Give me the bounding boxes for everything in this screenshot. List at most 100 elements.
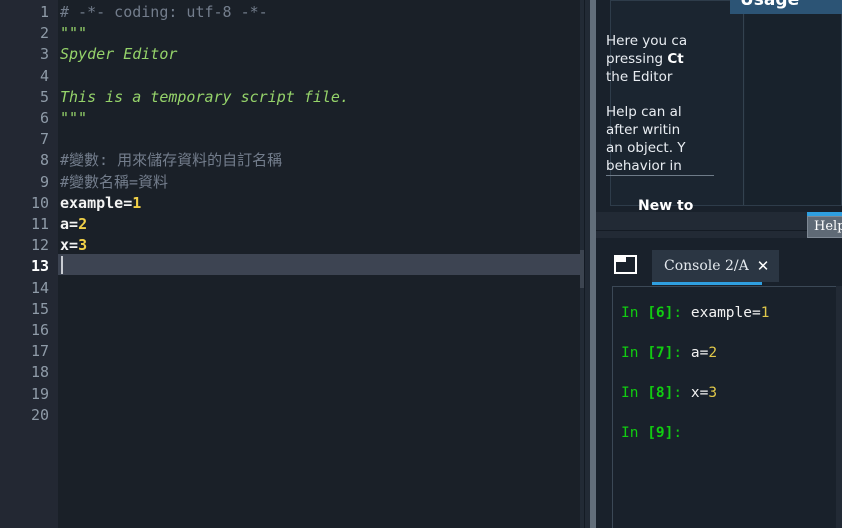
horizontal-splitter[interactable]: [596, 212, 842, 238]
console-prompt-colon: :: [673, 385, 691, 401]
editor-code-area[interactable]: # -*- coding: utf-8 -*- """ Spyder Editor T…: [58, 0, 580, 528]
console-prompt-number: [7]: [647, 345, 674, 361]
code-token-comment: # -*- coding: utf-8 -*-: [60, 3, 268, 21]
gutter-line-number: 5: [39, 87, 49, 106]
help-section-title: Usage: [730, 0, 842, 14]
help-paragraph-1-line-1: Here you ca: [606, 33, 688, 49]
gutter-line-number: 18: [30, 363, 49, 382]
console-entry: In [6]: example=1: [621, 305, 769, 321]
gutter-line-number: 4: [39, 66, 49, 85]
help-p1-l2-shortcut: Ct: [667, 51, 684, 67]
console-prompt-in: In: [621, 305, 648, 321]
code-line: example=1: [60, 193, 141, 214]
code-token-comment: #變數名稱=資料: [60, 172, 169, 191]
code-line: x=3: [60, 235, 87, 256]
console-vertical-scrollbar[interactable]: [836, 286, 842, 528]
console-prompt-colon: :: [673, 305, 691, 321]
console-input-value: 3: [708, 385, 718, 401]
gutter-line-number: 2: [39, 24, 49, 43]
splitter-groove: [584, 0, 585, 528]
gutter-line-number: 12: [30, 236, 49, 255]
help-paragraph-2-line-2: after writin: [606, 122, 681, 138]
code-token-docstring: Spyder Editor: [60, 45, 178, 64]
gutter-line-number: 10: [30, 193, 49, 212]
console-pane[interactable]: Console 2/A ✕ In [6]: example=1 In [7]: a…: [596, 238, 842, 528]
gutter-line-number: 16: [30, 321, 49, 339]
code-token-identifier: example=: [60, 193, 133, 212]
code-line: """: [60, 23, 87, 44]
code-line: This is a temporary script file.: [60, 87, 349, 108]
code-token-string: """: [60, 24, 88, 43]
console-prompt-in: In: [621, 425, 648, 441]
code-token-docstring: This is a temporary script file.: [60, 87, 349, 106]
help-paragraph-2-line-3: an object. Y: [606, 140, 686, 156]
console-input-identifier: x=: [690, 385, 709, 401]
console-input-value: 1: [760, 305, 770, 321]
code-line: #變數: 用來儲存資料的自訂名稱: [60, 150, 282, 171]
console-prompt-number: [8]: [647, 385, 674, 401]
horizontal-splitter-groove: [596, 230, 842, 231]
code-token-identifier: a=: [60, 215, 79, 233]
spyder-window: 1 2 3 4 5 6 7 8 9 10 11 12 13 14 15 16 17 18 19 20 # -*- co…: [0, 0, 842, 528]
gutter-line-number: 19: [30, 384, 49, 403]
code-token-comment: #變數: 用來儲存資料的自訂名稱: [60, 151, 283, 170]
console-prompt-colon: :: [673, 345, 691, 361]
gutter-line-number: 11: [30, 215, 49, 233]
gutter-line-number: 6: [39, 109, 49, 127]
console-prompt-in: In: [621, 345, 648, 361]
console-input-identifier: a=: [690, 345, 709, 361]
help-paragraph-1-line-2: pressing Ct: [606, 50, 736, 68]
window-icon[interactable]: [614, 255, 637, 274]
console-prompt-in: In: [621, 385, 648, 401]
vertical-splitter[interactable]: [580, 0, 596, 528]
right-dock-column: Usage Here you ca pressing Ct the Editor…: [596, 0, 842, 528]
help-paragraph-2-line-1: Help can al: [606, 104, 682, 120]
code-token-identifier: x=: [60, 236, 79, 255]
editor-pane[interactable]: 1 2 3 4 5 6 7 8 9 10 11 12 13 14 15 16 17 18 19 20 # -*- co…: [0, 0, 580, 528]
gutter-line-number: 20: [30, 405, 49, 424]
gutter-line-number: 7: [39, 130, 49, 149]
editor-gutter: 1 2 3 4 5 6 7 8 9 10 11 12 13 14 15 16 17 18 19 20: [0, 0, 58, 528]
console-prompt-colon: :: [673, 425, 691, 441]
console-tab-bar[interactable]: Console 2/A ✕: [610, 250, 842, 286]
gutter-line-number: 8: [39, 151, 49, 170]
current-line-highlight: [58, 254, 580, 276]
code-token-number: 1: [132, 193, 142, 212]
gutter-line-number: 1: [39, 3, 49, 21]
help-paragraph-1-line-3: the Editor: [606, 69, 677, 85]
help-paragraph-2-line-4: behavior in: [606, 158, 682, 174]
help-tooltip: Help: [807, 216, 842, 238]
code-token-string: """: [60, 109, 88, 127]
console-prompt-number: [9]: [647, 425, 674, 441]
console-output[interactable]: In [6]: example=1 In [7]: a=2 In [8]: x=3 I…: [612, 286, 842, 528]
gutter-line-number: 9: [39, 172, 49, 191]
gutter-line-number: 13: [30, 257, 49, 276]
code-line: """: [60, 108, 87, 129]
console-input-value: 2: [708, 345, 718, 361]
tab-console-2a-label: Console 2/A: [664, 258, 749, 274]
splitter-handle[interactable]: [580, 250, 584, 288]
gutter-line-number: 14: [30, 278, 49, 297]
text-caret: [61, 256, 63, 275]
console-prompt-number: [6]: [647, 305, 674, 321]
console-entry: In [8]: x=3: [621, 385, 717, 401]
gutter-line-number: 3: [39, 45, 49, 64]
console-input-identifier: example=: [690, 305, 761, 321]
code-line: #變數名稱=資料: [60, 172, 168, 193]
tab-active-underline: [652, 282, 762, 285]
code-token-number: 2: [78, 215, 88, 233]
code-line: a=2: [60, 214, 87, 235]
tab-console-2a[interactable]: Console 2/A ✕: [652, 250, 780, 282]
gutter-line-number: 15: [30, 299, 49, 318]
help-p1-l2-text: pressing: [606, 51, 668, 67]
gutter-line-number: 17: [30, 342, 49, 361]
console-entry: In [9]:: [621, 425, 691, 441]
code-token-number: 3: [78, 236, 88, 255]
help-pane[interactable]: Usage Here you ca pressing Ct the Editor…: [596, 0, 842, 214]
close-icon[interactable]: ✕: [757, 258, 770, 274]
console-entry: In [7]: a=2: [621, 345, 717, 361]
help-divider: [606, 175, 714, 176]
help-pane-content[interactable]: [745, 1, 841, 205]
code-line: Spyder Editor: [60, 44, 177, 65]
code-line: # -*- coding: utf-8 -*-: [60, 2, 268, 23]
